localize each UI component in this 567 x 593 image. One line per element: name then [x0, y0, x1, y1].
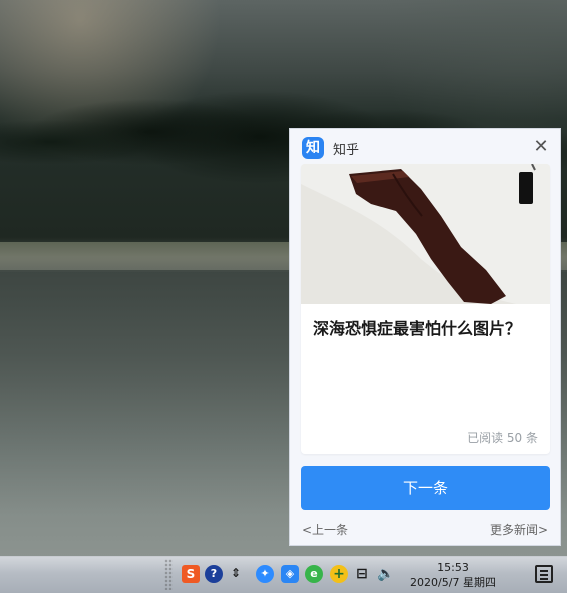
zhihu-logo-icon: 知 — [302, 137, 324, 159]
security-shield-icon[interactable]: ◈ — [281, 565, 299, 583]
system-clock[interactable]: 15:53 2020/5/7 星期四 — [397, 560, 509, 590]
notification-center-icon — [535, 565, 553, 583]
notification-center-button[interactable] — [521, 558, 565, 592]
app-name: 知乎 — [333, 143, 360, 158]
close-button[interactable]: ✕ — [532, 138, 550, 156]
zhihu-news-popup: 知 知乎 ✕ 深海恐惧症最害怕什么图片？ 已阅读 50 条 下一条 <上一条 更… — [289, 128, 561, 546]
help-icon[interactable]: ? — [205, 565, 223, 583]
read-count: 已阅读 50 条 — [467, 431, 538, 445]
previous-link[interactable]: <上一条 — [302, 521, 348, 538]
sogou-ime-icon[interactable]: S — [182, 565, 200, 583]
clock-time: 15:53 — [437, 561, 469, 574]
up-down-icon[interactable]: ⇕ — [227, 564, 245, 582]
bird-icon[interactable]: ✦ — [256, 565, 274, 583]
taskbar: S ? ⇕ ✦ ◈ e + ⊟ 🔈 15:53 2020/5/7 星期四 — [0, 556, 567, 593]
news-title[interactable]: 深海恐惧症最害怕什么图片？ — [313, 318, 538, 340]
clock-date: 2020/5/7 星期四 — [410, 576, 496, 589]
tray-grip-icon[interactable] — [164, 559, 173, 590]
desktop-wallpaper: 知 知乎 ✕ 深海恐惧症最害怕什么图片？ 已阅读 50 条 下一条 <上一条 更… — [0, 0, 567, 593]
news-image — [301, 164, 550, 304]
plus-icon[interactable]: + — [330, 565, 348, 583]
popup-header: 知 知乎 ✕ — [290, 129, 562, 165]
network-icon[interactable]: ⊟ — [353, 565, 371, 583]
green-circle-icon[interactable]: e — [305, 565, 323, 583]
news-card[interactable]: 深海恐惧症最害怕什么图片？ 已阅读 50 条 — [301, 164, 550, 454]
volume-icon[interactable]: 🔈 — [377, 565, 395, 583]
next-button[interactable]: 下一条 — [301, 466, 550, 510]
news-image-illustration — [301, 164, 550, 304]
more-news-link[interactable]: 更多新闻> — [490, 521, 548, 538]
